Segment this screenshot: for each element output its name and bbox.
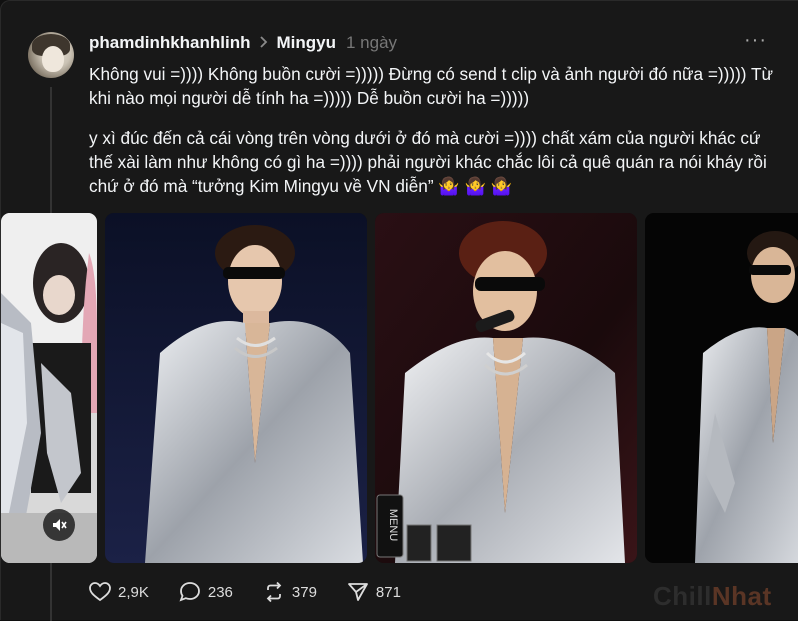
post-paragraph-1: Không vui =)))) Không buồn cười =))))) Đ… <box>89 64 773 108</box>
repost-count: 379 <box>291 583 317 601</box>
send-icon <box>348 583 368 601</box>
speaker-muted-icon <box>53 519 67 531</box>
heart-icon <box>89 582 111 602</box>
repost-button[interactable]: 379 <box>263 581 317 603</box>
photo-2[interactable] <box>105 213 367 563</box>
comment-button[interactable]: 236 <box>179 581 233 603</box>
post-card: phamdinhkhanhlinh Mingyu 1 ngày ··· Khôn… <box>0 0 798 621</box>
avatar-face <box>42 46 64 72</box>
mute-button[interactable] <box>43 509 75 541</box>
more-options-icon[interactable]: ··· <box>744 29 767 52</box>
share-count: 871 <box>375 583 401 601</box>
repost-icon <box>266 581 282 603</box>
menu-label: MENU <box>387 509 399 541</box>
post-timestamp[interactable]: 1 ngày <box>346 33 397 53</box>
photo-4[interactable] <box>645 213 798 563</box>
avatar[interactable] <box>28 32 74 78</box>
like-button[interactable]: 2,9K <box>89 582 149 602</box>
video-thumbnail[interactable] <box>1 213 97 563</box>
share-button[interactable]: 871 <box>347 582 401 602</box>
comment-count: 236 <box>207 583 233 601</box>
post-header: phamdinhkhanhlinh Mingyu 1 ngày <box>89 33 397 53</box>
comment-icon <box>179 582 200 602</box>
watermark-part-2: Nhat <box>711 581 772 611</box>
photo-3[interactable]: MENU <box>375 213 637 563</box>
watermark-logo: ChillNhat <box>653 581 772 612</box>
post-paragraph-2: y xì đúc đến cả cái vòng trên vòng dưới … <box>89 128 767 196</box>
topic-link[interactable]: Mingyu <box>277 33 337 53</box>
username-link[interactable]: phamdinhkhanhlinh <box>89 33 251 53</box>
watermark-part-1: Chill <box>653 581 712 611</box>
chevron-right-icon <box>259 35 269 51</box>
like-count: 2,9K <box>118 583 149 601</box>
post-actions: 2,9K 236 379 871 <box>89 581 431 603</box>
